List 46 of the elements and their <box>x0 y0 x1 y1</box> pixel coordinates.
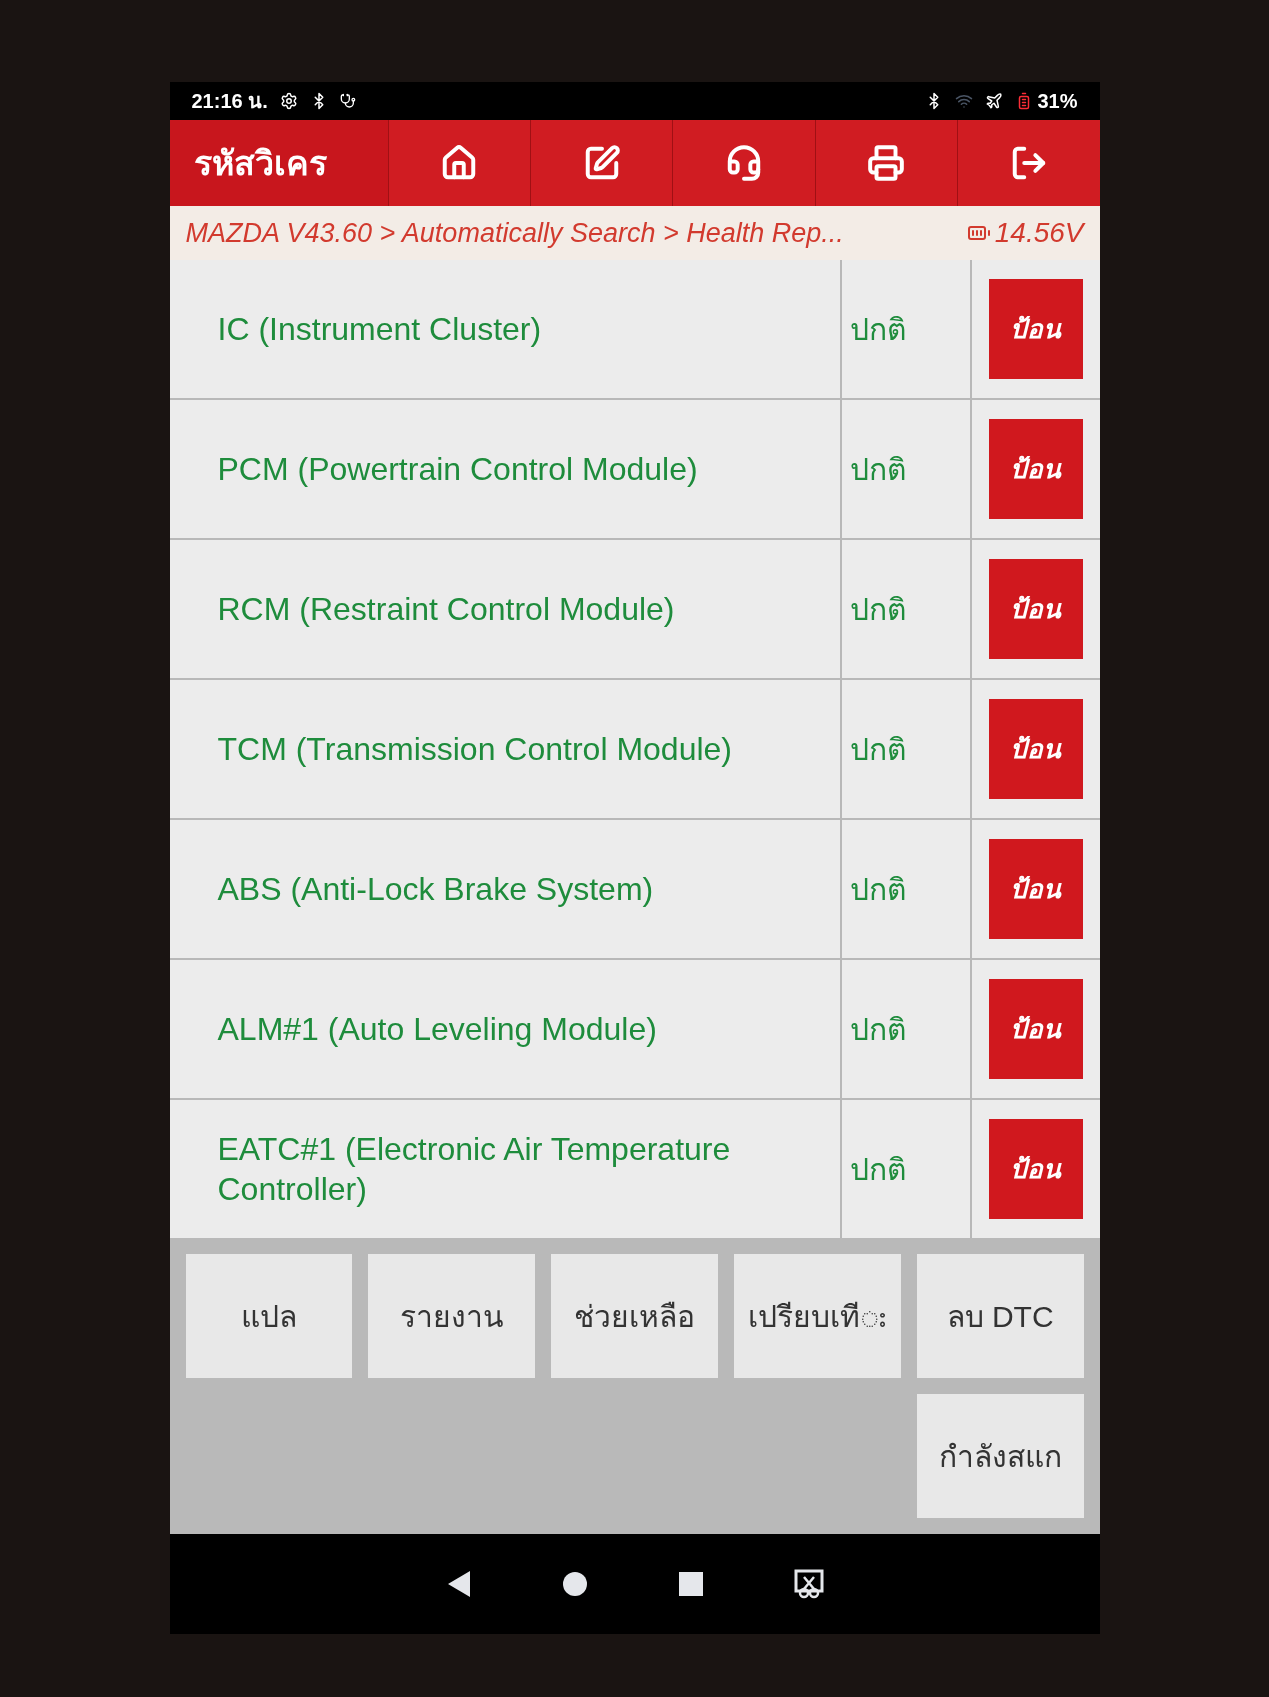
action-button[interactable]: แปล <box>185 1254 353 1378</box>
module-name: EATC#1 (Electronic Air Temperature Controller) <box>169 1100 840 1238</box>
breadcrumb: MAZDA V43.60 > Automatically Search > Health Rep... <box>185 216 844 250</box>
clock: 21:16 น. <box>191 89 268 114</box>
recents-icon[interactable] <box>677 1571 704 1597</box>
enter-button[interactable]: ป้อน <box>988 559 1083 659</box>
module-status: ปกติ <box>841 400 970 538</box>
edit-button[interactable] <box>529 120 673 206</box>
headset-icon <box>725 144 763 182</box>
stethoscope-icon <box>339 93 356 109</box>
module-status: ปกติ <box>841 260 970 398</box>
exit-button[interactable] <box>957 120 1100 206</box>
module-name: RCM (Restraint Control Module) <box>169 540 840 678</box>
enter-button[interactable]: ป้อน <box>988 699 1083 799</box>
enter-button[interactable]: ป้อน <box>988 839 1083 939</box>
battery-percent: 31% <box>1037 89 1078 114</box>
action-button[interactable]: เปรียบเทีး <box>733 1254 901 1378</box>
printer-button[interactable] <box>814 120 958 206</box>
module-name: TCM (Transmission Control Module) <box>169 680 840 818</box>
module-name: PCM (Powertrain Control Module) <box>169 400 840 538</box>
screenshot-icon[interactable] <box>793 1569 824 1599</box>
module-name: ABS (Anti-Lock Brake System) <box>169 820 840 958</box>
headset-button[interactable] <box>672 120 815 206</box>
enter-button[interactable]: ป้อน <box>988 1119 1083 1219</box>
wifi-icon <box>955 92 974 110</box>
enter-button[interactable]: ป้อน <box>988 279 1083 379</box>
settings-icon <box>279 92 298 110</box>
home-icon[interactable] <box>561 1571 588 1597</box>
module-status: ปกติ <box>841 540 970 678</box>
action-button[interactable]: กำลังสแก <box>916 1394 1084 1518</box>
module-name: IC (Instrument Cluster) <box>169 260 840 398</box>
action-button[interactable]: รายงาน <box>368 1254 536 1378</box>
enter-button[interactable]: ป้อน <box>988 419 1083 519</box>
module-status: ปกติ <box>841 1100 970 1238</box>
home-button[interactable] <box>387 120 530 206</box>
module-name: ALM#1 (Auto Leveling Module) <box>169 960 840 1098</box>
action-button[interactable]: ลบ DTC <box>916 1254 1084 1378</box>
module-status: ปกติ <box>841 680 970 818</box>
module-status: ปกติ <box>841 820 970 958</box>
enter-button[interactable]: ป้อน <box>988 979 1083 1079</box>
voltage-reading: 14.56V <box>994 216 1084 250</box>
printer-icon <box>867 144 906 182</box>
module-status: ปกติ <box>841 960 970 1098</box>
page-title: รหัสวิเคร <box>192 142 328 184</box>
action-button[interactable]: ช่วยเหลือ <box>551 1254 718 1378</box>
airplane-icon <box>985 92 1004 110</box>
